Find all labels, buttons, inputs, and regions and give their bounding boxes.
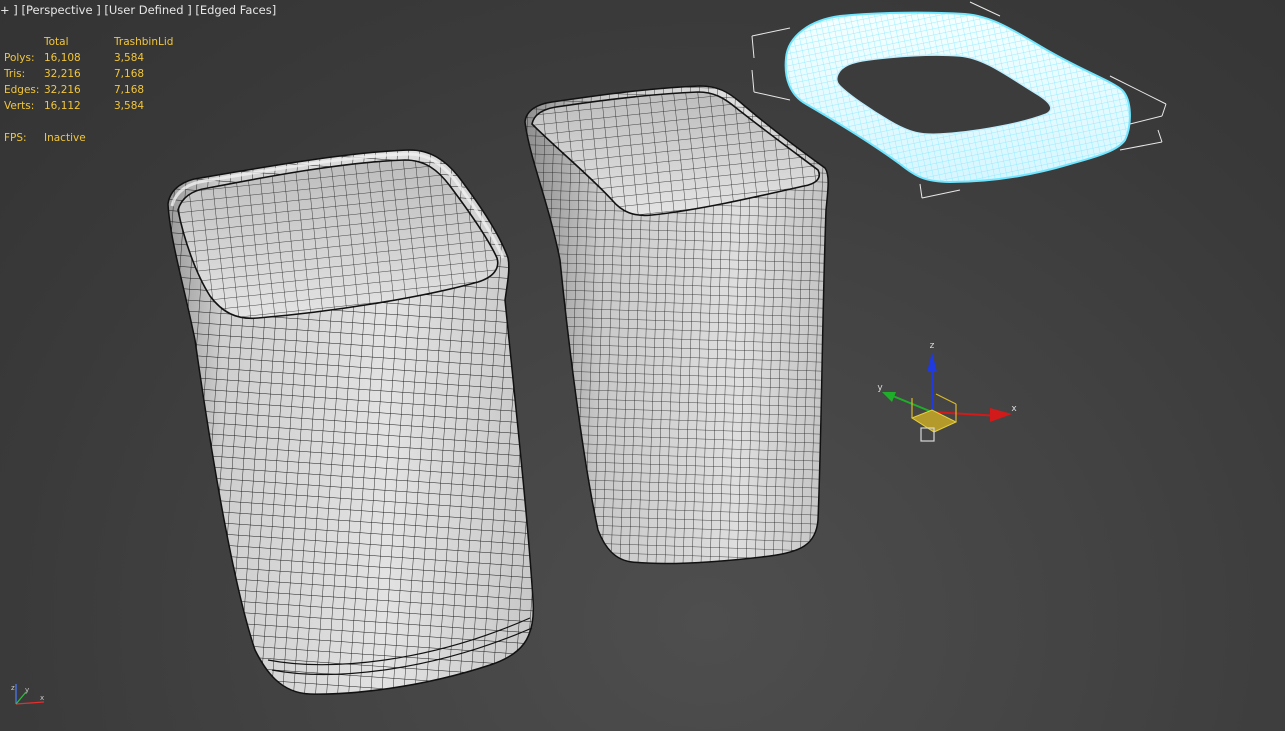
- tripod-y-label: y: [25, 686, 29, 694]
- gizmo-y-axis[interactable]: [887, 393, 933, 413]
- gizmo-x-label: x: [1011, 404, 1017, 414]
- viewport-scene[interactable]: z y x z y x: [0, 0, 1285, 731]
- tripod-z-label: z: [11, 684, 15, 692]
- transform-gizmo[interactable]: z y x: [877, 341, 1017, 442]
- gizmo-y-arrow[interactable]: [882, 392, 896, 402]
- gizmo-x-arrow[interactable]: [990, 408, 1012, 422]
- world-axis-tripod: z y x: [11, 684, 44, 705]
- trashbin-left-mesh[interactable]: [167, 149, 535, 695]
- gizmo-y-label: y: [877, 383, 883, 393]
- tripod-x-label: x: [40, 694, 44, 702]
- trashbin-right-mesh[interactable]: [524, 85, 829, 565]
- gizmo-z-arrow[interactable]: [927, 352, 937, 372]
- gizmo-z-label: z: [930, 341, 935, 351]
